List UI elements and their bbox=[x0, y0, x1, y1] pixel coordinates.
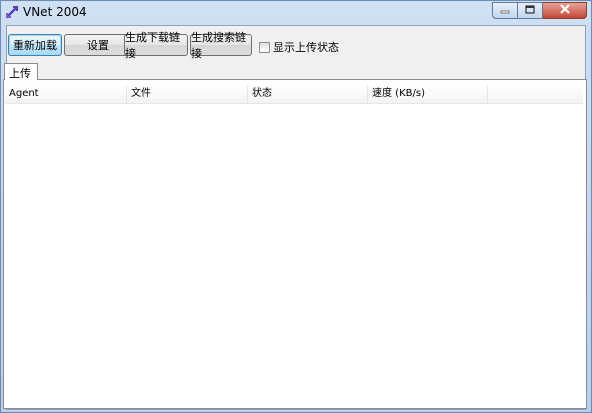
minimize-icon bbox=[500, 4, 510, 17]
column-header-speed[interactable]: 速度 (KB/s) bbox=[368, 85, 488, 103]
caption-buttons bbox=[492, 2, 587, 20]
column-header-filler bbox=[488, 85, 583, 103]
tab-upload[interactable]: 上传 bbox=[4, 63, 38, 80]
column-header-file[interactable]: 文件 bbox=[127, 85, 248, 103]
title-bar[interactable]: VNet 2004 bbox=[1, 1, 591, 24]
settings-button[interactable]: 设置 bbox=[64, 34, 132, 56]
window-title: VNet 2004 bbox=[23, 5, 87, 19]
show-upload-status-label: 显示上传状态 bbox=[273, 41, 339, 54]
upload-list[interactable]: Agent 文件 状态 速度 (KB/s) bbox=[5, 81, 583, 405]
app-window: VNet 2004 重新加载 设置 生成下载链接 生成搜索链接 显示上传状态 上… bbox=[0, 0, 592, 413]
generate-download-link-button[interactable]: 生成下载链接 bbox=[124, 31, 188, 60]
app-logo-icon bbox=[5, 5, 19, 19]
client-area: 重新加载 设置 生成下载链接 生成搜索链接 显示上传状态 上传 Agent 文件… bbox=[3, 25, 587, 410]
close-icon bbox=[559, 4, 571, 17]
tab-panel: Agent 文件 状态 速度 (KB/s) bbox=[3, 79, 587, 409]
list-header: Agent 文件 状态 速度 (KB/s) bbox=[5, 85, 583, 104]
close-button[interactable] bbox=[543, 2, 587, 19]
maximize-button[interactable] bbox=[518, 2, 543, 19]
maximize-icon bbox=[525, 4, 535, 17]
column-header-agent[interactable]: Agent bbox=[5, 85, 127, 103]
minimize-button[interactable] bbox=[492, 2, 518, 19]
checkbox-box[interactable] bbox=[259, 41, 270, 53]
show-upload-status-checkbox[interactable]: 显示上传状态 bbox=[259, 39, 339, 55]
column-header-status[interactable]: 状态 bbox=[248, 85, 368, 103]
reload-button[interactable]: 重新加载 bbox=[8, 34, 62, 56]
generate-search-link-button[interactable]: 生成搜索链接 bbox=[190, 31, 252, 60]
